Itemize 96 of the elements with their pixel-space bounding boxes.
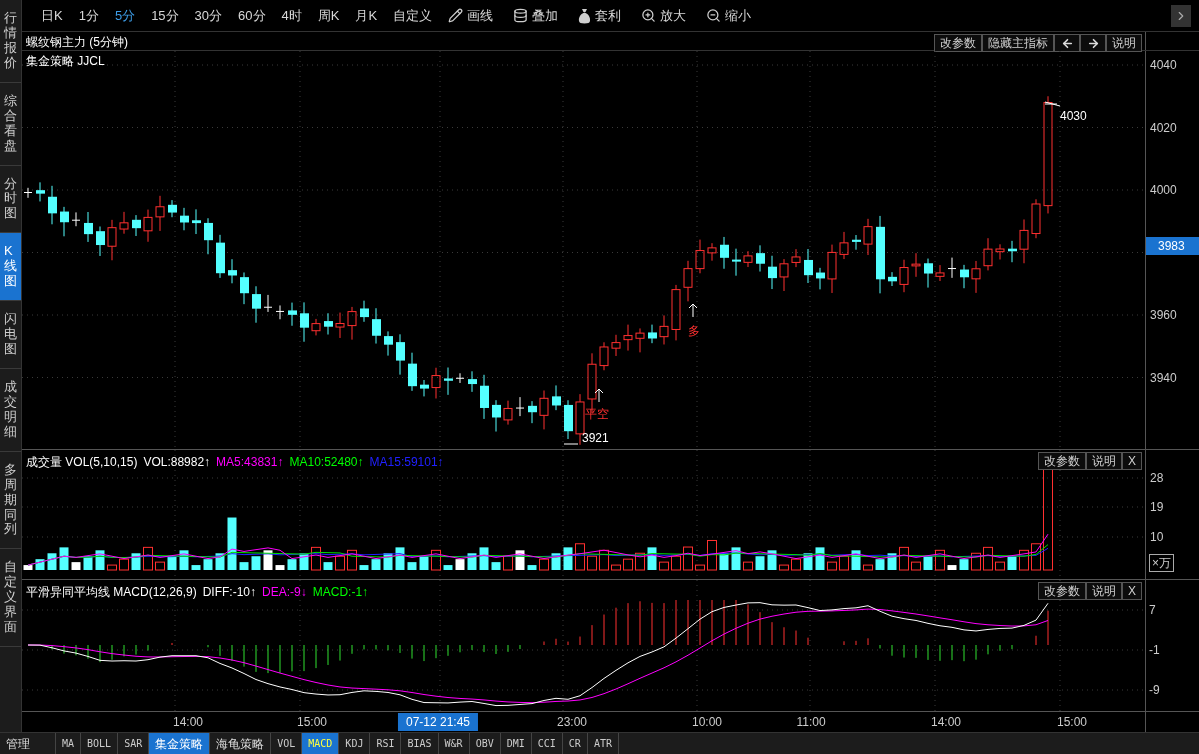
macd-axis-label: -1	[1149, 643, 1160, 657]
legend-text: DIFF:-10↑	[202, 584, 257, 601]
period-tab[interactable]: 1分	[73, 5, 104, 26]
price-label: 3921	[582, 430, 609, 447]
indicator-tab[interactable]: BIAS	[401, 733, 439, 754]
right-arrow-icon	[1086, 36, 1100, 50]
price-label: 4030	[1060, 108, 1087, 125]
period-tab[interactable]: 4时	[276, 5, 307, 26]
stack-icon	[513, 8, 529, 23]
volume-axis-label: 10	[1150, 530, 1164, 544]
legend-text: MA5:43831↑	[216, 454, 284, 471]
panel-button[interactable]: 说明	[1086, 452, 1122, 470]
money-bag-icon	[578, 7, 592, 24]
legend-text: VOL:88982↑	[143, 454, 211, 471]
tool-button[interactable]: 缩小	[701, 5, 757, 26]
back-arrow-button[interactable]	[1054, 34, 1080, 52]
time-axis-label: 15:00	[297, 714, 327, 731]
indicator-tab[interactable]: ATR	[587, 733, 619, 754]
tool-button[interactable]: 套利	[573, 5, 627, 26]
manage-button[interactable]: 管理	[0, 733, 56, 754]
sidebar-tab[interactable]: 闪电图	[0, 301, 21, 369]
price-axis-label: 3940	[1150, 370, 1177, 385]
tool-button[interactable]: 叠加	[508, 5, 564, 26]
period-tab[interactable]: 日K	[36, 5, 68, 26]
volume-axis-label: 28	[1150, 471, 1164, 485]
volume-axis-label: 19	[1150, 500, 1164, 514]
indicator-label: 集金策略 JJCL	[26, 53, 105, 70]
left-arrow-icon	[1060, 36, 1074, 50]
period-tab[interactable]: 月K	[350, 5, 383, 26]
legend-text: MACD:-1↑	[312, 584, 369, 601]
sidebar-tab[interactable]: 自定义界面	[0, 549, 21, 648]
sidebar-tab[interactable]: 综合看盘	[0, 82, 21, 166]
forward-arrow-button[interactable]	[1080, 34, 1106, 52]
period-tab[interactable]: 自定义	[388, 5, 438, 26]
indicator-tab[interactable]: DMI	[500, 733, 532, 754]
panel-button[interactable]: 改参数	[1038, 582, 1086, 600]
legend-text: MA10:52480↑	[289, 454, 364, 471]
period-tab[interactable]: 15分	[146, 5, 184, 26]
expand-button[interactable]	[1171, 4, 1191, 27]
legend-text: 平滑异同平均线 MACD(12,26,9)	[26, 584, 197, 601]
sidebar-tab[interactable]: 成交明细	[0, 368, 21, 452]
zoom-in-icon	[641, 8, 657, 23]
price-axis-label: 4040	[1150, 58, 1177, 72]
leader-line	[564, 443, 578, 445]
indicator-tab[interactable]: OBV	[469, 733, 501, 754]
legend-text: 成交量 VOL(5,10,15)	[26, 454, 138, 471]
indicator-tab[interactable]: BOLL	[81, 733, 119, 754]
chart-title: 螺纹钢主力 (5分钟)	[26, 34, 128, 51]
current-price-tag: 3983	[1146, 237, 1199, 255]
time-axis-label: 11:00	[796, 714, 826, 731]
signal-label: 多	[688, 323, 700, 340]
legend-text: DEA:-9↓	[262, 584, 307, 601]
indicator-tab[interactable]: RSI	[370, 733, 402, 754]
macd-axis-label: 7	[1149, 603, 1156, 617]
panel-button[interactable]: 说明	[1106, 34, 1142, 52]
tool-button[interactable]: 画线	[443, 5, 499, 26]
period-tab[interactable]: 5分	[109, 5, 141, 26]
pencil-icon	[448, 8, 464, 23]
indicator-tab[interactable]: CCI	[531, 733, 563, 754]
panel-button[interactable]: 隐藏主指标	[982, 34, 1054, 52]
period-tab[interactable]: 30分	[189, 5, 228, 26]
indicator-tab[interactable]: 集金策略	[149, 733, 211, 754]
time-axis-label: 15:00	[1057, 714, 1087, 731]
sidebar-tab[interactable]: 行情报价	[0, 0, 21, 83]
zoom-out-icon	[706, 8, 722, 23]
unit-label: ×万	[1149, 554, 1174, 572]
signal-label: 平空	[585, 406, 609, 423]
indicator-tab[interactable]: 海龟策略	[210, 733, 272, 754]
leader-line	[1045, 101, 1061, 107]
sidebar-tab[interactable]: 多周期同列	[0, 451, 21, 550]
sidebar-tab[interactable]: K线图	[0, 233, 21, 302]
time-axis-label: 07-12 21:45	[397, 713, 479, 731]
period-tab[interactable]: 60分	[233, 5, 271, 26]
panel-button[interactable]: X	[1122, 582, 1142, 600]
panel-button[interactable]: 说明	[1086, 582, 1122, 600]
time-axis-label: 23:00	[557, 714, 587, 731]
up-arrow-icon	[594, 388, 604, 402]
price-axis-label: 3960	[1150, 308, 1177, 322]
panel-button[interactable]: 改参数	[1038, 452, 1086, 470]
price-axis-label: 4020	[1150, 120, 1177, 135]
time-axis-label: 10:00	[692, 714, 722, 731]
legend-text: MA15:59101↑	[369, 454, 444, 471]
time-axis-label: 14:00	[931, 714, 961, 731]
indicator-tab[interactable]: MA	[56, 733, 82, 754]
period-tab[interactable]: 周K	[312, 5, 345, 26]
indicator-tab[interactable]: MACD	[302, 733, 340, 754]
up-arrow-icon	[688, 303, 698, 317]
tool-button[interactable]: 放大	[636, 5, 692, 26]
time-axis-label: 14:00	[173, 714, 203, 731]
price-axis-label: 4000	[1150, 183, 1177, 197]
macd-axis-label: -9	[1149, 683, 1160, 697]
indicator-tab[interactable]: CR	[562, 733, 588, 754]
panel-button[interactable]: X	[1122, 452, 1142, 470]
indicator-tab[interactable]: W&R	[438, 733, 470, 754]
panel-button[interactable]: 改参数	[934, 34, 982, 52]
indicator-tab[interactable]: KDJ	[339, 733, 371, 754]
